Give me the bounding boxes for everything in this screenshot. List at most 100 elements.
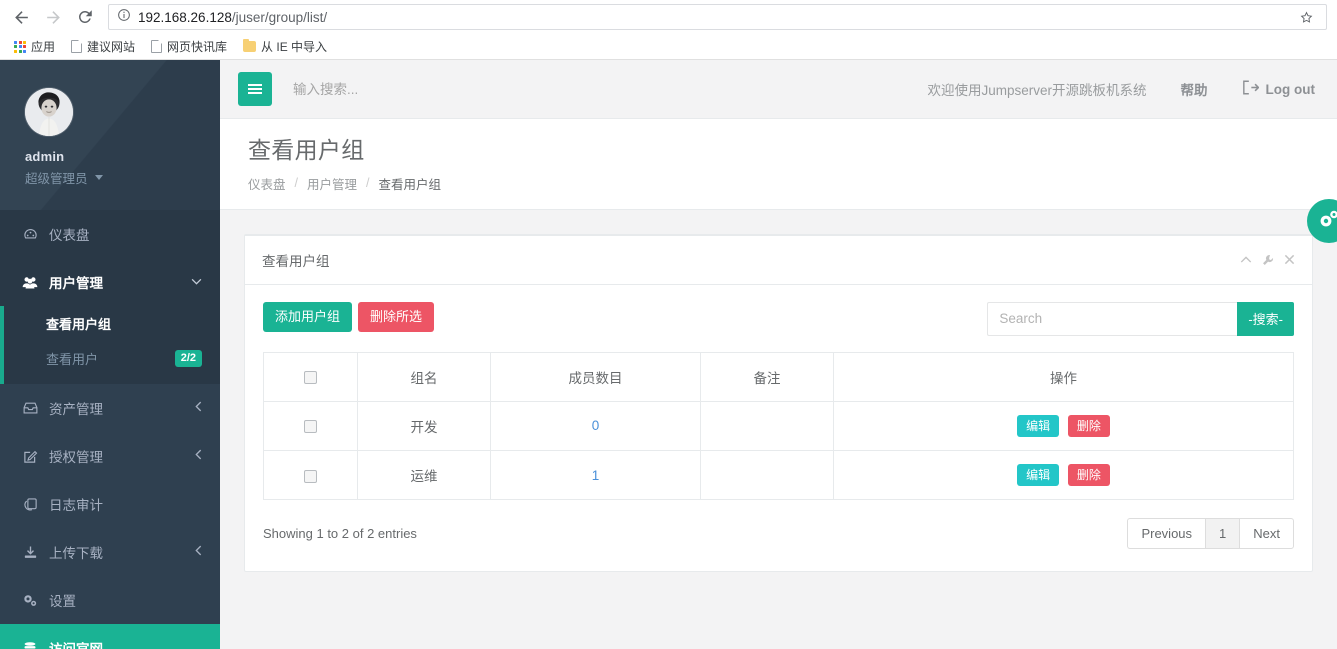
top-search-input[interactable] (293, 81, 593, 97)
logout-link[interactable]: Log out (1225, 80, 1319, 98)
delete-selected-button[interactable]: 删除所选 (358, 301, 435, 332)
bookmarks-bar: 应用 建议网站 网页快讯库 从 IE 中导入 (0, 34, 1337, 60)
sidebar-profile: admin 超级管理员 (0, 60, 220, 210)
breadcrumb-separator: / (294, 176, 298, 191)
reload-button[interactable] (70, 2, 100, 32)
column-note: 备注 (700, 351, 834, 402)
column-member-count: 成员数目 (490, 351, 701, 402)
profile-role-label: 超级管理员 (25, 172, 88, 186)
pagination-next[interactable]: Next (1239, 518, 1294, 550)
breadcrumb-item-dashboard[interactable]: 仪表盘 (248, 174, 286, 193)
pagination-page-1[interactable]: 1 (1205, 518, 1240, 550)
entries-info: Showing 1 to 2 of 2 entries (263, 526, 417, 542)
table-body: 开发 0 编辑 删除 运维 1 编辑 删除 (263, 400, 1294, 501)
top-navbar: 欢迎使用Jumpserver开源跳板机系统 帮助 Log out (220, 60, 1337, 119)
delete-button[interactable]: 删除 (1067, 414, 1110, 437)
forward-button[interactable] (38, 2, 68, 32)
row-checkbox[interactable] (304, 469, 317, 483)
address-bar[interactable]: 192.168.26.128/juser/group/list/ (108, 4, 1327, 30)
avatar[interactable] (25, 88, 73, 136)
bookmark-web-slice[interactable]: 网页快讯库 (145, 36, 233, 57)
search-input[interactable] (987, 301, 1238, 336)
add-user-group-button[interactable]: 添加用户组 (263, 301, 353, 332)
breadcrumb-item-user-management[interactable]: 用户管理 (307, 174, 357, 193)
sidebar-item-authorization-management[interactable]: 授权管理 (0, 432, 220, 480)
search-button[interactable]: -搜索- (1237, 301, 1294, 336)
breadcrumb: 仪表盘 / 用户管理 / 查看用户组 (248, 174, 1309, 193)
edit-square-icon (22, 449, 38, 464)
bookmark-apps[interactable]: 应用 (8, 36, 61, 57)
panel-body: 添加用户组 删除所选 -搜索- (245, 285, 1312, 572)
select-all-checkbox[interactable] (304, 371, 317, 385)
dashboard-icon (22, 227, 38, 242)
table-row: 运维 1 编辑 删除 (263, 449, 1294, 501)
sidebar-item-dashboard[interactable]: 仪表盘 (0, 210, 220, 258)
hamburger-icon (248, 88, 262, 90)
sidebar-item-user-management[interactable]: 用户管理 查看用户组 查看用户 2/2 (0, 258, 220, 384)
logout-label: Log out (1265, 81, 1315, 97)
breadcrumb-separator: / (366, 176, 370, 191)
profile-role[interactable]: 超级管理员 (25, 168, 195, 187)
back-button[interactable] (6, 2, 36, 32)
chevron-down-icon (94, 175, 103, 180)
apps-grid-icon (14, 40, 26, 53)
sidebar-subitem-view-users[interactable]: 查看用户 2/2 (0, 341, 220, 376)
profile-name: admin (25, 149, 65, 164)
sidebar-item-log-audit[interactable]: 日志审计 (0, 480, 220, 528)
sidebar-item-asset-management[interactable]: 资产管理 (0, 384, 220, 432)
sidebar-item-label: 日志审计 (49, 498, 103, 513)
sidebar-item-label: 上传下载 (49, 546, 103, 561)
users-icon (22, 275, 38, 290)
bookmark-suggested-sites[interactable]: 建议网站 (65, 36, 141, 57)
browser-chrome: 192.168.26.128/juser/group/list/ 应用 建议网站… (0, 0, 1337, 60)
sidebar: admin 超级管理员 仪表盘 用户管理 查看用户组 查看用户 2/2 资产管理… (0, 60, 220, 649)
welcome-message: 欢迎使用Jumpserver开源跳板机系统 (927, 83, 1147, 98)
search-group: -搜索- (987, 301, 1294, 336)
member-count-link[interactable]: 1 (592, 468, 600, 483)
sidebar-nav: 仪表盘 用户管理 查看用户组 查看用户 2/2 资产管理 授权管理 日志审计 上… (0, 210, 220, 649)
column-select-all (263, 351, 358, 402)
bookmark-imported-from-ie[interactable]: 从 IE 中导入 (237, 36, 333, 57)
bookmark-star-icon[interactable] (1294, 10, 1318, 25)
row-checkbox[interactable] (304, 420, 317, 434)
collapse-icon[interactable] (1240, 255, 1252, 264)
site-info-icon[interactable] (117, 8, 131, 27)
edit-button[interactable]: 编辑 (1017, 463, 1060, 487)
panel-title: 查看用户组 (262, 253, 330, 269)
user-groups-table: 组名 成员数目 备注 操作 开发 0 编辑 删除 运维 1 编辑 删除 (263, 351, 1294, 501)
bookmark-label: 从 IE 中导入 (261, 40, 328, 54)
chevron-left-icon (195, 545, 202, 559)
top-navbar-right: 欢迎使用Jumpserver开源跳板机系统 帮助 Log out (910, 79, 1319, 99)
table-row: 开发 0 编辑 删除 (263, 400, 1294, 451)
help-link[interactable]: 帮助 (1164, 79, 1225, 99)
pagination-previous[interactable]: Previous (1127, 518, 1206, 550)
sidebar-toggle-button[interactable] (238, 72, 272, 106)
row-member-count: 0 (490, 400, 701, 451)
pagination: Previous 1 Next (1127, 518, 1294, 550)
table-footer: Showing 1 to 2 of 2 entries Previous 1 N… (263, 518, 1294, 553)
row-group-name: 开发 (357, 400, 491, 451)
bookmark-label: 建议网站 (87, 40, 136, 54)
table-head: 组名 成员数目 备注 操作 (263, 351, 1294, 402)
row-select-cell (263, 400, 358, 451)
row-actions: 编辑 删除 (833, 449, 1294, 501)
sidebar-item-label: 设置 (49, 594, 76, 609)
wrench-icon[interactable] (1262, 254, 1274, 266)
row-member-count: 1 (490, 449, 701, 501)
member-count-link[interactable]: 0 (592, 418, 600, 433)
sidebar-item-label: 仪表盘 (49, 228, 90, 243)
page-title: 查看用户组 (248, 137, 365, 163)
close-icon[interactable] (1284, 254, 1295, 265)
sidebar-item-label: 用户管理 (49, 276, 103, 291)
panel-tools (1240, 254, 1295, 266)
sidebar-item-settings[interactable]: 设置 (0, 576, 220, 624)
edit-button[interactable]: 编辑 (1017, 414, 1060, 437)
url-text: 192.168.26.128/juser/group/list/ (138, 10, 327, 25)
row-group-name: 运维 (357, 449, 491, 501)
sidebar-subitem-view-groups[interactable]: 查看用户组 (0, 306, 220, 341)
sidebar-item-upload-download[interactable]: 上传下载 (0, 528, 220, 576)
delete-button[interactable]: 删除 (1067, 463, 1110, 487)
database-icon (22, 641, 38, 649)
sidebar-item-visit-website[interactable]: 访问官网 (0, 624, 220, 649)
sidebar-subitem-label: 查看用户组 (46, 317, 112, 332)
